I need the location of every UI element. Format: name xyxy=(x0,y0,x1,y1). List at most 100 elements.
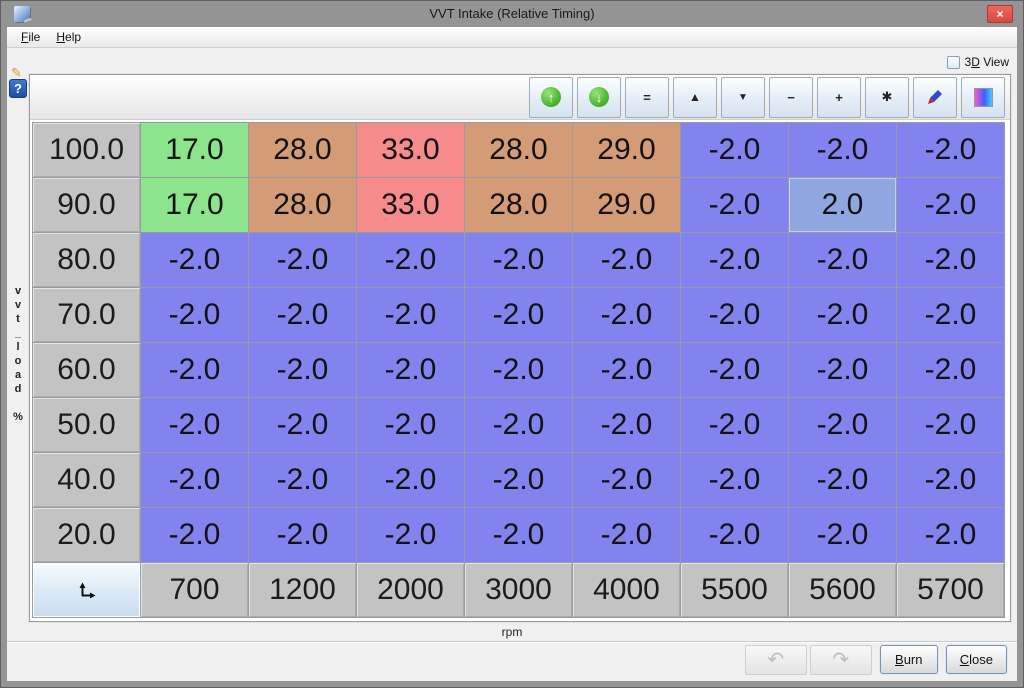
increment-down-button[interactable]: ▼ xyxy=(721,76,765,118)
table-cell[interactable]: -2.0 xyxy=(789,508,897,564)
table-cell[interactable]: -2.0 xyxy=(897,178,1005,234)
table-cell[interactable]: -2.0 xyxy=(681,398,789,454)
table-cell[interactable]: -2.0 xyxy=(141,398,249,454)
table-cell[interactable]: -2.0 xyxy=(141,288,249,344)
table-cell[interactable]: 17.0 xyxy=(141,123,249,179)
table-cell[interactable]: -2.0 xyxy=(681,343,789,399)
table-cell[interactable]: -2.0 xyxy=(681,508,789,564)
table-cell[interactable]: 17.0 xyxy=(141,178,249,234)
col-header[interactable]: 5700 xyxy=(897,563,1005,619)
row-header[interactable]: 50.0 xyxy=(33,398,141,454)
table-cell[interactable]: -2.0 xyxy=(249,343,357,399)
table-cell[interactable]: -2.0 xyxy=(465,453,573,509)
table-cell[interactable]: -2.0 xyxy=(573,398,681,454)
table-cell[interactable]: -2.0 xyxy=(357,508,465,564)
table-cell[interactable]: -2.0 xyxy=(789,453,897,509)
row-header[interactable]: 40.0 xyxy=(33,453,141,509)
table-cell[interactable]: 29.0 xyxy=(573,123,681,179)
row-header[interactable]: 100.0 xyxy=(33,123,141,179)
table-cell[interactable]: -2.0 xyxy=(465,508,573,564)
table-cell[interactable]: -2.0 xyxy=(249,508,357,564)
table-cell[interactable]: -2.0 xyxy=(897,453,1005,509)
decrease-coarse-button[interactable]: ↓ xyxy=(577,76,621,118)
set-equal-button[interactable]: = xyxy=(625,76,669,118)
col-header[interactable]: 1200 xyxy=(249,563,357,619)
view-3d-label[interactable]: 3D View xyxy=(965,55,1010,69)
table-cell[interactable]: -2.0 xyxy=(249,398,357,454)
table-cell[interactable]: -2.0 xyxy=(465,288,573,344)
swap-axes-button[interactable] xyxy=(33,563,141,619)
col-header[interactable]: 4000 xyxy=(573,563,681,619)
col-header[interactable]: 3000 xyxy=(465,563,573,619)
table-cell[interactable]: -2.0 xyxy=(897,508,1005,564)
table-cell[interactable]: -2.0 xyxy=(681,178,789,234)
subtract-button[interactable]: − xyxy=(769,76,813,118)
table-cell[interactable]: -2.0 xyxy=(573,343,681,399)
table-cell[interactable]: -2.0 xyxy=(897,123,1005,179)
table-cell[interactable]: -2.0 xyxy=(897,398,1005,454)
table-cell[interactable]: -2.0 xyxy=(681,123,789,179)
row-header[interactable]: 70.0 xyxy=(33,288,141,344)
table-cell[interactable]: -2.0 xyxy=(249,233,357,289)
table-cell[interactable]: 33.0 xyxy=(357,123,465,179)
add-button[interactable]: + xyxy=(817,76,861,118)
increase-coarse-button[interactable]: ↑ xyxy=(529,76,573,118)
table-cell[interactable]: -2.0 xyxy=(465,398,573,454)
table-cell[interactable]: 28.0 xyxy=(249,178,357,234)
table-cell[interactable]: -2.0 xyxy=(897,288,1005,344)
table-cell[interactable]: 33.0 xyxy=(357,178,465,234)
table-cell[interactable]: 29.0 xyxy=(573,178,681,234)
table-cell[interactable]: -2.0 xyxy=(141,233,249,289)
table-cell[interactable]: -2.0 xyxy=(141,508,249,564)
table-cell[interactable]: 2.0 xyxy=(789,178,897,234)
table-cell[interactable]: -2.0 xyxy=(573,288,681,344)
menu-help[interactable]: Help xyxy=(48,28,89,46)
burn-button[interactable]: Burn xyxy=(879,645,938,675)
redo-button[interactable]: ↷ xyxy=(809,644,872,675)
table-cell[interactable]: -2.0 xyxy=(897,233,1005,289)
table-cell[interactable]: -2.0 xyxy=(573,233,681,289)
increment-up-button[interactable]: ▲ xyxy=(673,76,717,118)
table-cell[interactable]: 28.0 xyxy=(465,123,573,179)
table-cell[interactable]: -2.0 xyxy=(141,453,249,509)
row-header[interactable]: 90.0 xyxy=(33,178,141,234)
table-cell[interactable]: -2.0 xyxy=(681,453,789,509)
table-cell[interactable]: -2.0 xyxy=(789,343,897,399)
table-cell[interactable]: -2.0 xyxy=(357,398,465,454)
table-cell[interactable]: -2.0 xyxy=(465,343,573,399)
table-cell[interactable]: -2.0 xyxy=(249,288,357,344)
table-cell[interactable]: -2.0 xyxy=(249,453,357,509)
table-cell[interactable]: -2.0 xyxy=(357,288,465,344)
view-3d-checkbox[interactable] xyxy=(946,55,960,69)
table-cell[interactable]: -2.0 xyxy=(141,343,249,399)
table-cell[interactable]: -2.0 xyxy=(681,233,789,289)
table-cell[interactable]: -2.0 xyxy=(789,288,897,344)
table-cell[interactable]: -2.0 xyxy=(357,343,465,399)
table-cell[interactable]: -2.0 xyxy=(465,233,573,289)
table-cell[interactable]: -2.0 xyxy=(573,508,681,564)
row-header[interactable]: 20.0 xyxy=(33,508,141,564)
row-header[interactable]: 60.0 xyxy=(33,343,141,399)
color-scale-button[interactable] xyxy=(961,76,1005,118)
edit-cell-button[interactable] xyxy=(913,76,957,118)
table-cell[interactable]: -2.0 xyxy=(357,453,465,509)
col-header[interactable]: 5500 xyxy=(681,563,789,619)
undo-button[interactable]: ↶ xyxy=(744,644,807,675)
title-bar[interactable]: VVT Intake (Relative Timing) × xyxy=(7,0,1017,27)
table-cell[interactable]: -2.0 xyxy=(897,343,1005,399)
table-cell[interactable]: 28.0 xyxy=(465,178,573,234)
table-cell[interactable]: 28.0 xyxy=(249,123,357,179)
table-cell[interactable]: -2.0 xyxy=(573,453,681,509)
table-cell[interactable]: -2.0 xyxy=(681,288,789,344)
table-cell[interactable]: -2.0 xyxy=(789,233,897,289)
close-window-button[interactable]: × xyxy=(987,4,1013,23)
col-header[interactable]: 700 xyxy=(141,563,249,619)
close-button[interactable]: Close xyxy=(945,645,1007,675)
table-cell[interactable]: -2.0 xyxy=(789,398,897,454)
row-header[interactable]: 80.0 xyxy=(33,233,141,289)
table-cell[interactable]: -2.0 xyxy=(789,123,897,179)
table-cell[interactable]: -2.0 xyxy=(357,233,465,289)
col-header[interactable]: 2000 xyxy=(357,563,465,619)
col-header[interactable]: 5600 xyxy=(789,563,897,619)
multiply-button[interactable]: ✱ xyxy=(865,76,909,118)
